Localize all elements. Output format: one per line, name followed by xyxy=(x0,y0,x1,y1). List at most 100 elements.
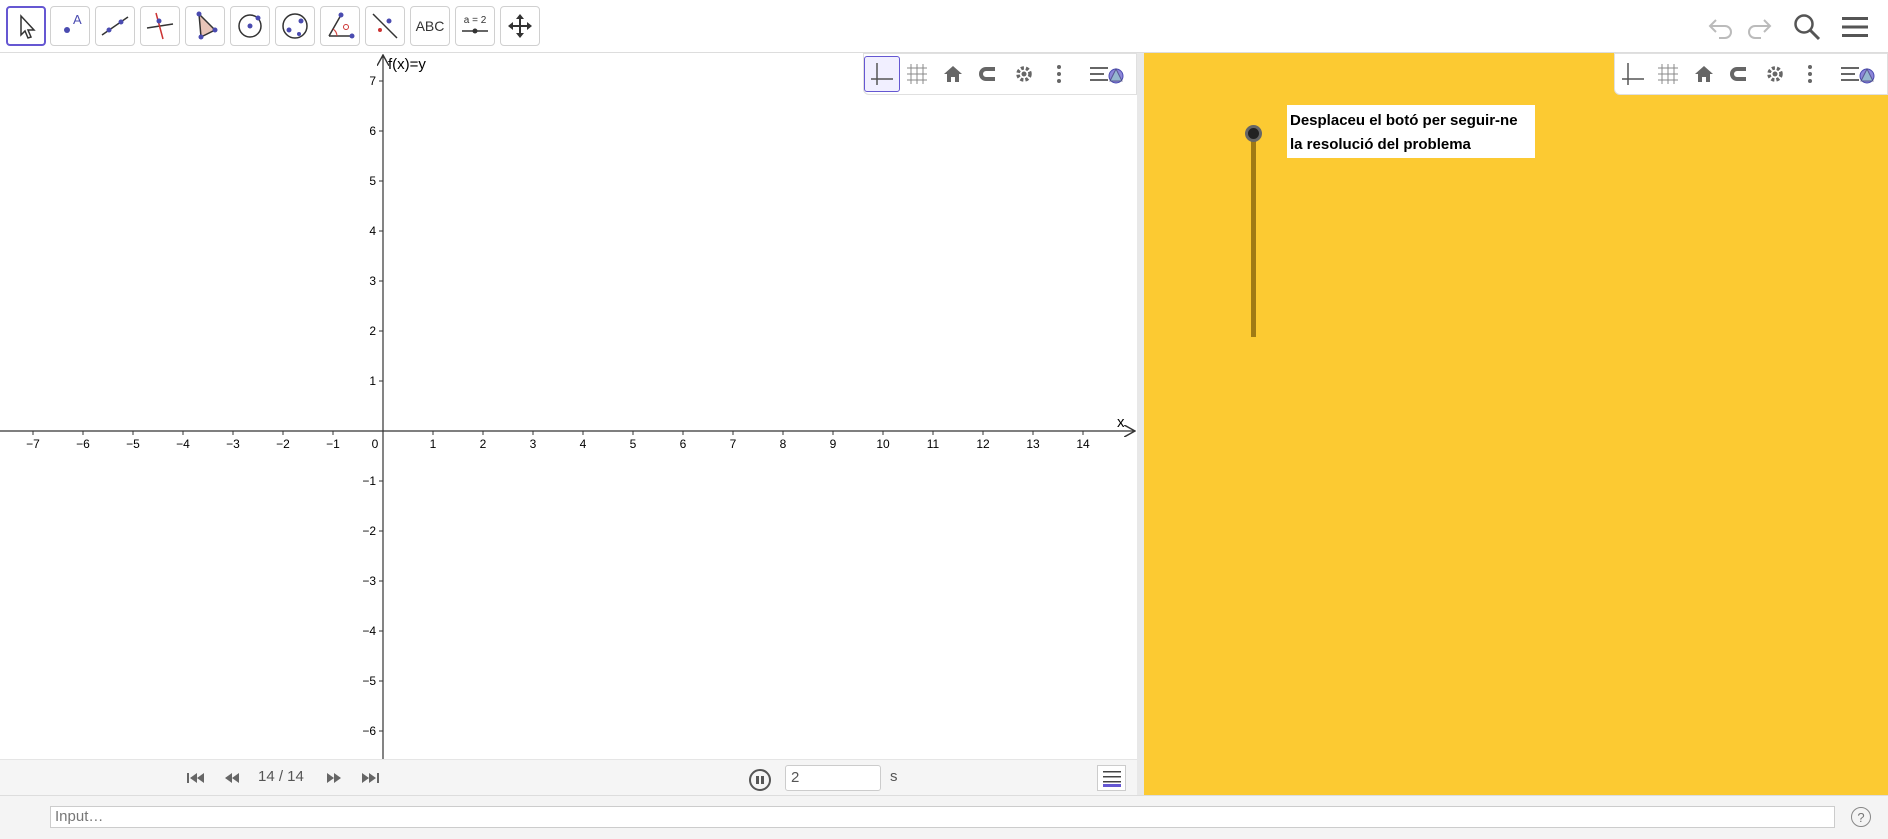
graphics2-stylebar xyxy=(1614,53,1888,95)
text-tool-label: ABC xyxy=(415,18,445,34)
x-tick-label: 2 xyxy=(480,437,487,451)
undo-icon[interactable] xyxy=(1704,10,1738,44)
circle-tool[interactable] xyxy=(230,6,270,46)
y-tick-label: 5 xyxy=(369,174,376,188)
x-tick-label: 9 xyxy=(830,437,837,451)
x-tick-label: 1 xyxy=(430,437,437,451)
first-step-button[interactable] xyxy=(186,769,206,787)
construction-playback-bar: 14 / 14 2 s xyxy=(0,759,1137,795)
x-tick-label: 13 xyxy=(1026,437,1040,451)
settings-button-2[interactable] xyxy=(1757,56,1792,92)
style-menu-icon xyxy=(1841,67,1875,84)
y-tick-label: −5 xyxy=(362,674,376,688)
more-vert-icon xyxy=(1057,65,1062,83)
more-vert-icon xyxy=(1808,65,1813,83)
ellipse-icon xyxy=(282,13,308,39)
y-tick-label: −6 xyxy=(362,724,376,738)
grid-icon xyxy=(1658,64,1679,84)
y-axis-label: f(x)=y xyxy=(388,56,426,73)
style-menu-button-2[interactable] xyxy=(1828,56,1887,92)
search-icon[interactable] xyxy=(1790,10,1824,44)
previous-step-button[interactable] xyxy=(222,769,242,787)
play-speed-input[interactable]: 2 xyxy=(785,765,881,791)
polygon-tool[interactable] xyxy=(185,6,225,46)
y-tick-label: 2 xyxy=(369,324,376,338)
redo-icon[interactable] xyxy=(1742,10,1776,44)
x-tick-label: −4 xyxy=(176,437,190,451)
line-tool[interactable] xyxy=(95,6,135,46)
graphics1-stylebar xyxy=(863,53,1137,95)
fast-forward-icon xyxy=(327,773,341,783)
circle-icon xyxy=(238,14,262,38)
snap-button-2[interactable] xyxy=(1721,56,1756,92)
cursor-arrow-icon xyxy=(20,14,36,39)
style-menu-icon xyxy=(1090,67,1124,84)
instruction-line-2: la resolució del problema xyxy=(1290,136,1471,153)
x-tick-label: −6 xyxy=(76,437,90,451)
algebra-view-toggle[interactable] xyxy=(1097,765,1126,791)
y-tick-label: 7 xyxy=(369,74,376,88)
skip-first-icon xyxy=(187,773,204,783)
text-tool[interactable]: ABC xyxy=(410,6,450,46)
slider-tool[interactable]: a = 2 xyxy=(455,6,495,46)
point-tool[interactable]: A xyxy=(50,6,90,46)
coordinate-axes: −7 −6 −5 −4 −3 −2 −1 0 1 2 3 4 5 6 7 8 9 10 11 12 13 14 12345… xyxy=(0,53,1137,759)
grid-toggle-button[interactable] xyxy=(900,56,935,92)
y-tick-label: −1 xyxy=(362,474,376,488)
perpendicular-icon xyxy=(146,12,174,40)
x-tick-label: 8 xyxy=(780,437,787,451)
algebra-input-field[interactable]: Input… xyxy=(50,806,1835,828)
next-step-button[interactable] xyxy=(324,769,344,787)
angle-tool[interactable] xyxy=(320,6,360,46)
skip-last-icon xyxy=(362,773,379,783)
y-tick-label: 4 xyxy=(369,224,376,238)
y-ticks: 1 2 3 4 5 6 7 −1 −2 −3 −4 −5 −6 xyxy=(362,74,383,738)
menu-icon[interactable] xyxy=(1838,10,1872,44)
axes-toggle-button[interactable] xyxy=(864,56,900,92)
rewind-icon xyxy=(225,773,239,783)
perpendicular-line-tool[interactable] xyxy=(140,6,180,46)
axes-icon xyxy=(870,63,893,85)
move-tool[interactable] xyxy=(6,6,46,46)
axes-toggle-button-2[interactable] xyxy=(1615,56,1650,92)
more-options-button-2[interactable] xyxy=(1792,56,1827,92)
settings-button[interactable] xyxy=(1006,56,1041,92)
y-tick-label: −3 xyxy=(362,574,376,588)
snap-button[interactable] xyxy=(970,56,1005,92)
x-tick-label: 7 xyxy=(730,437,737,451)
step-slider-track[interactable] xyxy=(1251,133,1256,337)
speed-unit-label: s xyxy=(890,768,898,785)
slider-tool-label: a = 2 xyxy=(464,15,487,26)
style-menu-button[interactable] xyxy=(1077,56,1136,92)
home-icon xyxy=(943,66,962,82)
pause-button[interactable] xyxy=(749,769,771,791)
more-options-button[interactable] xyxy=(1041,56,1076,92)
y-tick-label: −4 xyxy=(362,624,376,638)
geogebra-app: A ABC a = 2 −7 −6 −5 −4 −3 −2 −1 0 1 2 3… xyxy=(0,0,1888,839)
graphics-view-1[interactable]: −7 −6 −5 −4 −3 −2 −1 0 1 2 3 4 5 6 7 8 9 10 11 12 13 14 12345… xyxy=(0,53,1137,759)
input-help-button[interactable]: ? xyxy=(1851,807,1871,827)
x-tick-label: 14 xyxy=(1076,437,1090,451)
snap-icon xyxy=(979,67,996,81)
x-tick-label: 10 xyxy=(876,437,890,451)
pause-icon xyxy=(756,776,764,784)
x-ticks: −7 −6 −5 −4 −3 −2 −1 0 1 2 3 4 5 6 7 8 9 10 11 12 13 14 xyxy=(26,431,1090,451)
instruction-line-1: Desplaceu el botó per seguir-ne xyxy=(1290,112,1518,129)
ellipse-tool[interactable] xyxy=(275,6,315,46)
last-step-button[interactable] xyxy=(360,769,380,787)
view-divider[interactable] xyxy=(1137,53,1144,795)
home-button[interactable] xyxy=(935,56,970,92)
x-tick-label: 3 xyxy=(530,437,537,451)
reflect-tool[interactable] xyxy=(365,6,405,46)
step-slider-knob[interactable] xyxy=(1245,125,1262,142)
x-tick-label: −5 xyxy=(126,437,140,451)
slider-icon: a = 2 xyxy=(462,15,488,34)
x-tick-label: −7 xyxy=(26,437,40,451)
x-tick-label: −1 xyxy=(326,437,340,451)
x-tick-label: −3 xyxy=(226,437,240,451)
x-tick-label: 11 xyxy=(927,437,940,451)
move-graphics-view-tool[interactable] xyxy=(500,6,540,46)
grid-toggle-button-2[interactable] xyxy=(1650,56,1685,92)
home-button-2[interactable] xyxy=(1686,56,1721,92)
instruction-text: Desplaceu el botó per seguir-ne la resol… xyxy=(1287,105,1535,158)
